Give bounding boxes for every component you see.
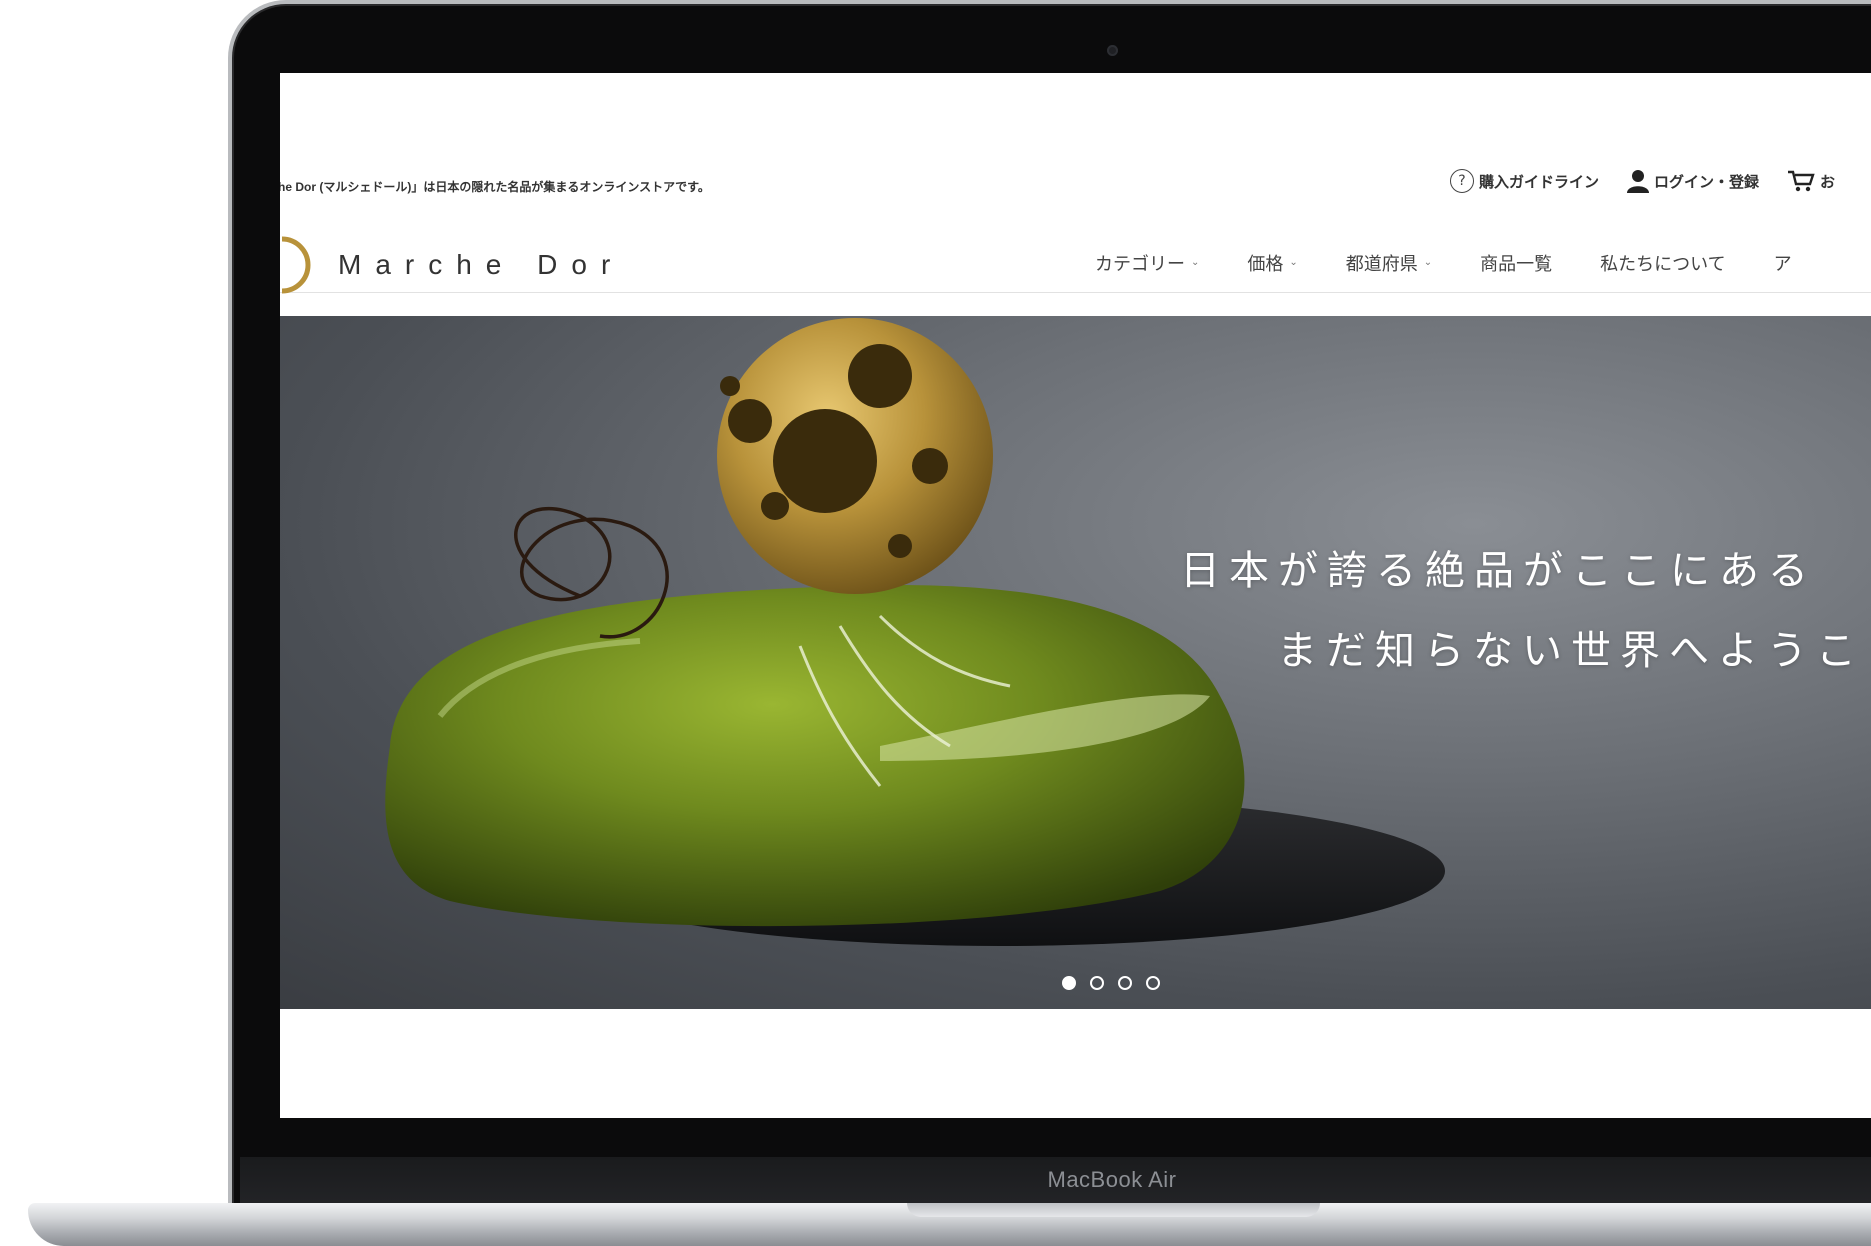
purchase-guide-link[interactable]: ? 購入ガイドライン (1450, 169, 1599, 193)
camera (1107, 45, 1118, 56)
user-icon (1627, 170, 1650, 193)
hero-slider[interactable]: 日本が誇る絶品がここにある まだ知らない世界へようこ (280, 316, 1871, 1009)
cart-link[interactable]: お (1787, 169, 1835, 193)
nav-truncated[interactable]: ア (1774, 250, 1792, 276)
main-header: Marche Dor カテゴリー ⌄ 価格 ⌄ 都道府県 ⌄ 商品一覧 私たちに… (280, 220, 1871, 316)
logo-mark-icon (281, 236, 311, 294)
main-nav: カテゴリー ⌄ 価格 ⌄ 都道府県 ⌄ 商品一覧 私たちについて ア (1095, 250, 1792, 276)
chevron-down-icon: ⌄ (1289, 256, 1298, 268)
logo-text: Marche Dor (338, 249, 625, 280)
nav-category[interactable]: カテゴリー ⌄ (1095, 250, 1199, 276)
browser-screen: he Dor (マルシェドール)」は日本の隠れた名品が集まるオンラインストアです… (280, 73, 1871, 1118)
nav-prefecture-label: 都道府県 (1345, 254, 1418, 275)
login-register-label: ログイン・登録 (1654, 172, 1760, 191)
nav-about-label: 私たちについて (1600, 254, 1726, 275)
site-logo[interactable]: Marche Dor (280, 235, 624, 295)
chevron-down-icon: ⌄ (1423, 256, 1433, 268)
hero-headline-line-1: 日本が誇る絶品がここにある (1180, 548, 1817, 594)
slider-pagination (1062, 976, 1160, 990)
slide-dot-4[interactable] (1146, 976, 1160, 990)
laptop-base-notch (907, 1203, 1320, 1217)
nav-products[interactable]: 商品一覧 (1480, 250, 1552, 276)
login-register-link[interactable]: ログイン・登録 (1627, 169, 1759, 193)
nav-products-label: 商品一覧 (1480, 254, 1553, 275)
cart-label: お (1820, 172, 1836, 191)
device-brand-label: MacBook Air (1047, 1167, 1177, 1192)
nav-about[interactable]: 私たちについて (1600, 250, 1725, 276)
slide-dot-3[interactable] (1118, 976, 1132, 990)
slide-dot-1[interactable] (1062, 976, 1076, 990)
hero-headline-line-2: まだ知らない世界へようこ (1277, 628, 1865, 674)
nav-prefecture[interactable]: 都道府県 ⌄ (1346, 250, 1432, 276)
chevron-down-icon: ⌄ (1191, 256, 1200, 268)
cart-icon (1788, 170, 1815, 192)
slide-dot-2[interactable] (1090, 976, 1104, 990)
nav-category-label: カテゴリー (1095, 254, 1185, 275)
utility-links: ? 購入ガイドライン ログイン・登録 お (1450, 169, 1835, 193)
help-icon: ? (1450, 169, 1474, 193)
purchase-guide-label: 購入ガイドライン (1479, 172, 1600, 191)
site-tagline: he Dor (マルシェドール)」は日本の隠れた名品が集まるオンラインストアです… (280, 180, 710, 194)
nav-truncated-label: ア (1773, 254, 1792, 275)
nav-price-label: 価格 (1247, 254, 1284, 275)
nav-price[interactable]: 価格 ⌄ (1247, 250, 1297, 276)
